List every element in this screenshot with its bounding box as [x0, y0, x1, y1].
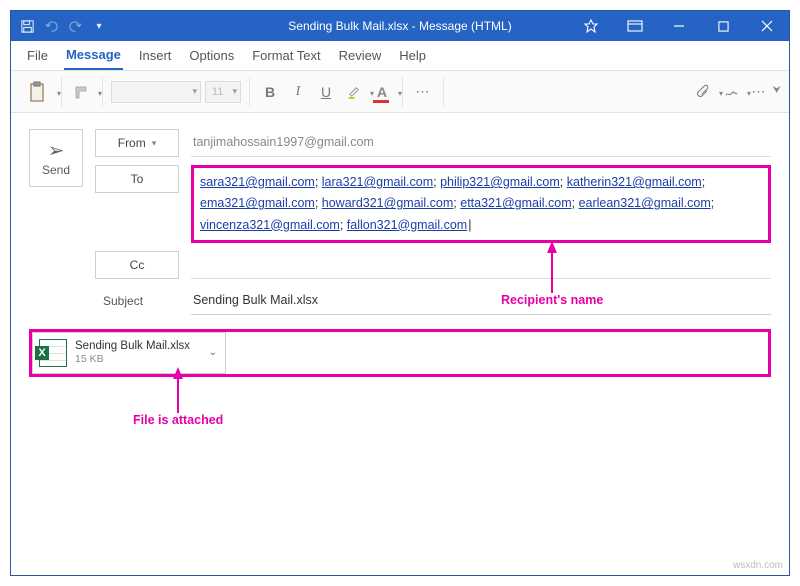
font-color-button[interactable]: A: [370, 80, 394, 104]
coming-soon-icon[interactable]: [569, 11, 613, 41]
redo-icon[interactable]: [65, 16, 85, 36]
highlight-button[interactable]: [342, 80, 366, 104]
recipient-address[interactable]: etta321@gmail.com: [460, 196, 571, 210]
attachment-size: 15 KB: [75, 353, 197, 365]
tab-format-text[interactable]: Format Text: [250, 40, 322, 70]
save-icon[interactable]: [17, 16, 37, 36]
subject-label: Subject: [95, 287, 179, 315]
signature-button[interactable]: [719, 80, 743, 104]
attachment-filename: Sending Bulk Mail.xlsx: [75, 340, 197, 353]
compose-window: ▾ Sending Bulk Mail.xlsx - Message (HTML…: [10, 10, 790, 576]
format-painter-icon[interactable]: [70, 80, 94, 104]
text-caret: |: [468, 218, 471, 232]
close-button[interactable]: [745, 11, 789, 41]
from-button[interactable]: From: [95, 129, 179, 157]
recipient-address[interactable]: sara321@gmail.com: [200, 175, 315, 189]
recipient-address[interactable]: philip321@gmail.com: [440, 175, 560, 189]
maximize-button[interactable]: [701, 11, 745, 41]
watermark: wsxdn.com: [733, 560, 783, 571]
tab-help[interactable]: Help: [397, 40, 428, 70]
minimize-button[interactable]: [657, 11, 701, 41]
collapse-ribbon-icon[interactable]: ⮟: [773, 85, 782, 96]
cc-button[interactable]: Cc: [95, 251, 179, 279]
ribbon: 11 B I U A ⋯ ⋯ ⮟: [11, 71, 789, 113]
cc-field[interactable]: [191, 251, 771, 279]
recipient-address[interactable]: katherin321@gmail.com: [567, 175, 702, 189]
bold-button[interactable]: B: [258, 80, 282, 104]
underline-button[interactable]: U: [314, 80, 338, 104]
send-label: Send: [42, 163, 70, 177]
window-title: Sending Bulk Mail.xlsx - Message (HTML): [288, 19, 511, 33]
attachment-menu-chevron-icon[interactable]: ⌄: [205, 347, 221, 358]
subject-field[interactable]: Sending Bulk Mail.xlsx: [191, 287, 771, 315]
recipient-address[interactable]: vincenza321@gmail.com: [200, 218, 340, 232]
annotation-recipients: Recipient's name: [501, 241, 603, 307]
recipient-address[interactable]: fallon321@gmail.com: [347, 218, 467, 232]
font-name-select[interactable]: [111, 81, 201, 103]
recipient-address[interactable]: ema321@gmail.com: [200, 196, 315, 210]
tab-message[interactable]: Message: [64, 40, 123, 70]
to-button[interactable]: To: [95, 165, 179, 193]
excel-file-icon: [39, 339, 67, 367]
font-size-select[interactable]: 11: [205, 81, 241, 103]
titlebar: ▾ Sending Bulk Mail.xlsx - Message (HTML…: [11, 11, 789, 41]
recipient-address[interactable]: lara321@gmail.com: [322, 175, 433, 189]
recipient-address[interactable]: howard321@gmail.com: [322, 196, 454, 210]
undo-icon[interactable]: [41, 16, 61, 36]
to-field[interactable]: sara321@gmail.com; lara321@gmail.com; ph…: [200, 172, 762, 236]
recipient-address[interactable]: earlean321@gmail.com: [579, 196, 711, 210]
tab-options[interactable]: Options: [187, 40, 236, 70]
tab-review[interactable]: Review: [337, 40, 384, 70]
from-field[interactable]: tanjimahossain1997@gmail.com: [191, 129, 771, 157]
qat-more-icon[interactable]: ▾: [89, 16, 109, 36]
attach-file-button[interactable]: [691, 80, 715, 104]
italic-button[interactable]: I: [286, 80, 310, 104]
send-icon: ➢: [48, 141, 65, 161]
ribbon-tabs: File Message Insert Options Format Text …: [11, 41, 789, 71]
paste-button[interactable]: [21, 80, 53, 104]
compose-area: ➢ Send From tanjimahossain1997@gmail.com…: [11, 113, 789, 377]
ribbon-mode-icon[interactable]: [613, 11, 657, 41]
tab-insert[interactable]: Insert: [137, 40, 174, 70]
to-highlight-annotation: sara321@gmail.com; lara321@gmail.com; ph…: [191, 165, 771, 243]
more-commands-button[interactable]: ⋯: [747, 80, 771, 104]
quick-access-toolbar: ▾: [11, 16, 115, 36]
titlebar-controls: [569, 11, 789, 41]
annotation-file: File is attached: [133, 367, 223, 427]
send-button[interactable]: ➢ Send: [29, 129, 83, 187]
ellipsis-button[interactable]: ⋯: [411, 80, 435, 104]
tab-file[interactable]: File: [25, 40, 50, 70]
